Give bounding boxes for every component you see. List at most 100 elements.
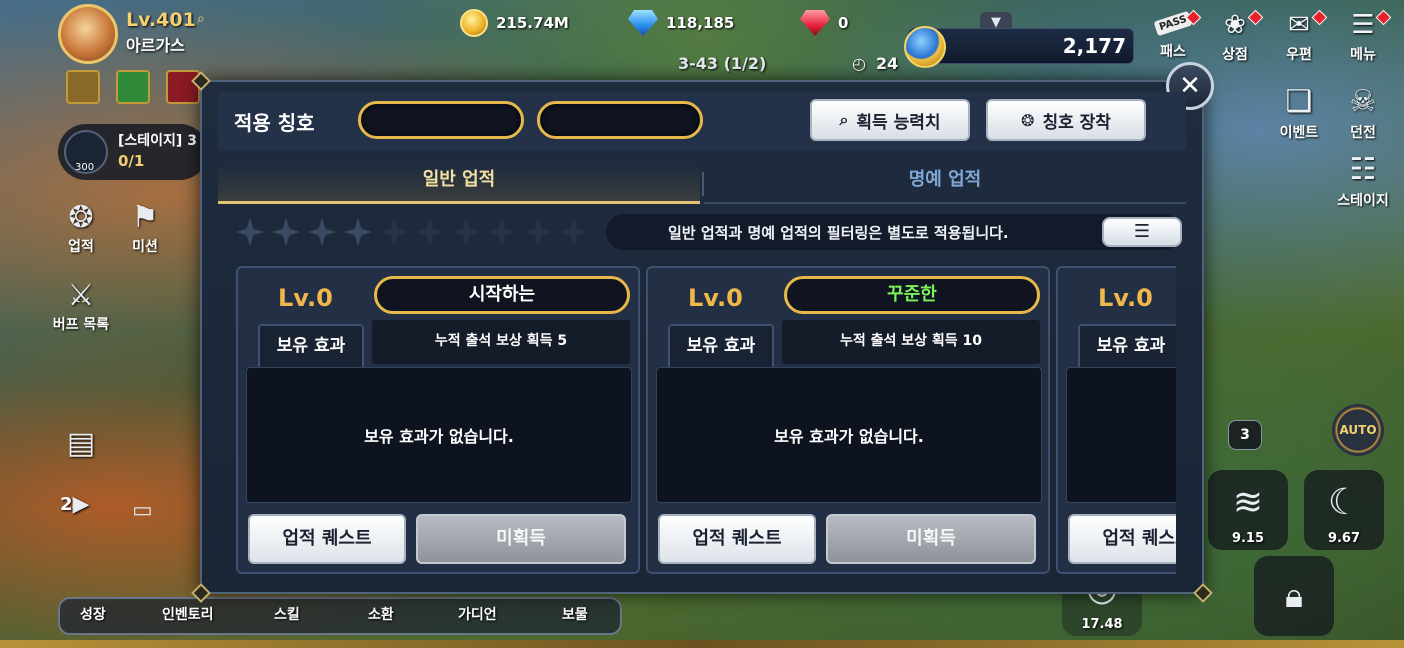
card-level: Lv.0 [688, 284, 743, 312]
side-label: 업적 [68, 239, 94, 255]
card-effect [1066, 367, 1176, 503]
achievement-card-list[interactable]: Lv.0 시작하는 보유 효과 누적 출석 보상 획득 5 보유 효과가 없습니… [228, 260, 1176, 578]
filter-settings-button[interactable]: ☰ [1102, 217, 1182, 247]
crown-buff-icon[interactable] [66, 70, 100, 104]
star-icon[interactable] [488, 218, 516, 246]
top-menu-menu[interactable]: ☰ 메뉴 [1338, 8, 1392, 64]
side-achievement[interactable]: ❂ 업적 [46, 200, 116, 256]
achievement-card: Lv.0 보유 효과 업적 퀘스트 [1056, 266, 1176, 574]
star-icon[interactable] [344, 218, 372, 246]
title-slot-1[interactable] [358, 101, 524, 139]
tab-honor-achievement[interactable]: 명예 업적 [704, 164, 1186, 204]
side-mission[interactable]: ⚑ 미션 [110, 200, 180, 256]
player-avatar[interactable] [58, 4, 118, 64]
top-menu-pass[interactable]: PASS 패스 [1148, 8, 1202, 61]
buff-list-icon: ⚔ [67, 278, 95, 313]
skill-set-count[interactable]: 3 [1228, 420, 1262, 450]
camera-icon: ▶ [72, 492, 90, 517]
card-effect: 보유 효과가 없습니다. [246, 367, 632, 503]
clock-icon: ◴ [852, 54, 866, 73]
gold-coin-icon [460, 9, 488, 37]
hamburger-menu-icon: ☰ [1351, 10, 1375, 40]
quest-button[interactable]: 업적 퀘스트 [658, 514, 816, 564]
gold-value: 215.74M [496, 14, 569, 32]
star-icon[interactable] [272, 218, 300, 246]
rose-buff-icon[interactable] [166, 70, 200, 104]
side-buff-list[interactable]: ⚔ 버프 목록 [46, 278, 116, 334]
skill-cooldown: 9.67 [1327, 531, 1361, 546]
quest-button[interactable]: 업적 퀘스트 [248, 514, 406, 564]
stage-timer: ◴ 24 [852, 54, 898, 73]
nav-summon[interactable]: 소환 [368, 604, 394, 624]
top-menu-label: 우편 [1286, 47, 1312, 63]
top-menu-label: 메뉴 [1350, 47, 1376, 63]
achievement-card: Lv.0 꾸준한 보유 효과 누적 출석 보상 획득 10 보유 효과가 없습니… [646, 266, 1050, 574]
exp-buff-icon[interactable] [116, 70, 150, 104]
quest-progress: 0/1 [118, 152, 145, 170]
side-dungeon[interactable]: ☠ 던전 [1328, 84, 1398, 142]
nav-treasure[interactable]: 보물 [562, 604, 588, 624]
shop-bag-icon: ❀ [1224, 10, 1246, 40]
title-slot-2[interactable] [537, 101, 703, 139]
card-tag: 보유 효과 [258, 324, 364, 368]
side-stage[interactable]: ☷ 스테이지 [1328, 152, 1398, 210]
achievement-card: Lv.0 시작하는 보유 효과 누적 출석 보상 획득 5 보유 효과가 없습니… [236, 266, 640, 574]
slash-skill-icon: ☾ [1327, 482, 1361, 523]
quest-button[interactable]: 업적 퀘스트 [1068, 514, 1176, 564]
card-level: Lv.0 [1098, 284, 1153, 312]
skill-slot-2[interactable]: ☾ 9.67 [1304, 470, 1384, 550]
star-icon[interactable] [524, 218, 552, 246]
combat-power-value: 2,177 [1062, 34, 1126, 58]
corner-ornament [1193, 583, 1213, 603]
star-icon[interactable] [308, 218, 336, 246]
ability-button[interactable]: ⌕ 획득 능력치 [810, 99, 970, 141]
search-icon[interactable]: ⌕ [197, 11, 205, 27]
ruby-icon [800, 10, 830, 36]
skill-slot-1[interactable]: ≋ 9.15 [1208, 470, 1288, 550]
combat-power-medal-icon [904, 26, 946, 68]
unacquired-button[interactable]: 미획득 [826, 514, 1036, 564]
card-tag: 보유 효과 [1078, 324, 1176, 368]
video-button[interactable]: ▶ [46, 492, 116, 528]
side-event[interactable]: ❑ 이벤트 [1264, 84, 1334, 142]
filter-notice: 일반 업적과 명예 업적의 필터링은 별도로 적용됩니다. [668, 224, 1009, 242]
mail-icon: ✉ [1288, 10, 1310, 40]
card-reward: 누적 출석 보상 획득 5 [372, 320, 630, 364]
player-name: 아르가스 [126, 36, 185, 55]
ruby-counter: 0 [800, 10, 848, 36]
card-tag: 보유 효과 [668, 324, 774, 368]
top-menu-mail[interactable]: ✉ 우편 [1274, 8, 1328, 64]
nav-inventory[interactable]: 인벤토리 [162, 604, 214, 624]
card-title: 꾸준한 [784, 276, 1040, 314]
stage-quest-card[interactable]: 300 [스테이지] 3 0/1 [58, 124, 208, 180]
chest-button[interactable]: ▤ [46, 426, 116, 462]
card-title: 시작하는 [374, 276, 630, 314]
tab-normal-achievement[interactable]: 일반 업적 [218, 164, 700, 204]
chat-bubble-icon[interactable]: ▭ [132, 498, 153, 523]
bottom-nav-bar [58, 597, 622, 635]
star-icon[interactable] [380, 218, 408, 246]
nav-skill[interactable]: 스킬 [274, 604, 300, 624]
star-icon[interactable] [452, 218, 480, 246]
quest-title: [스테이지] 3 [118, 133, 197, 149]
unacquired-button[interactable]: 미획득 [416, 514, 626, 564]
star-filter[interactable] [236, 218, 588, 246]
star-icon[interactable] [560, 218, 588, 246]
diamond-icon [628, 10, 658, 36]
chest-icon: ▤ [66, 426, 96, 461]
auto-toggle[interactable]: AUTO [1332, 404, 1384, 456]
search-icon: ⌕ [839, 110, 849, 129]
ruby-value: 0 [838, 14, 849, 32]
tornado-skill-icon: ≋ [1232, 482, 1264, 523]
star-icon[interactable] [416, 218, 444, 246]
nav-guardian[interactable]: 가디언 [458, 604, 497, 624]
nav-growth[interactable]: 성장 [80, 604, 106, 624]
side-label: 던전 [1350, 125, 1376, 141]
side-label: 스테이지 [1337, 193, 1389, 209]
pass-icon: PASS [1153, 10, 1193, 37]
star-icon[interactable] [236, 218, 264, 246]
top-menu-shop[interactable]: ❀ 상점 [1210, 8, 1264, 64]
equip-title-button[interactable]: ❂ 칭호 장착 [986, 99, 1146, 141]
stage-progress: 3-43 (1/2) [678, 54, 767, 73]
lock-icon: 🔒︎ [1284, 576, 1304, 616]
